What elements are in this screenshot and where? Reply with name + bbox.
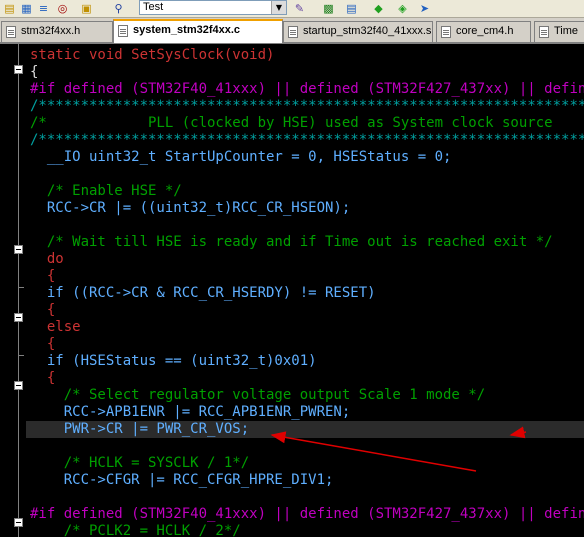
file-icon bbox=[6, 26, 16, 38]
tab-label: stm32f4xx.h bbox=[21, 25, 81, 37]
chevron-down-icon[interactable]: ▼ bbox=[271, 1, 286, 14]
file-icon bbox=[539, 26, 549, 38]
tab-label: Time bbox=[554, 25, 579, 37]
tab-label: system_stm32f4xx.c bbox=[133, 24, 241, 36]
code-editor[interactable]: static void SetSysClock(void) { #if defi… bbox=[0, 44, 584, 537]
layers-icon[interactable]: ▦ bbox=[20, 2, 33, 15]
tab-label: core_cm4.h bbox=[456, 25, 514, 37]
diamond-icon[interactable]: ◆ bbox=[372, 2, 385, 15]
arrow-icon[interactable]: ➤ bbox=[418, 2, 431, 15]
target-select[interactable]: Test ▼ bbox=[139, 0, 287, 15]
file-icon bbox=[288, 26, 298, 38]
toolbar: ▤ ▦ ≡ ◎ ▣ ⚲ Test ▼ ✎ ▩ ▤ ◆ ◈ ➤ bbox=[0, 0, 584, 18]
file-icon bbox=[441, 26, 451, 38]
tab-startup-stm32f40-41xxx-s[interactable]: startup_stm32f40_41xxx.s bbox=[283, 21, 433, 42]
annotation-arrow-long bbox=[270, 431, 477, 472]
tab-stm32f4xx-h[interactable]: stm32f4xx.h bbox=[1, 21, 113, 42]
open-icon[interactable]: ▤ bbox=[3, 2, 16, 15]
tab-system-stm32f4xx-c[interactable]: system_stm32f4xx.c bbox=[113, 19, 283, 43]
wand-icon[interactable]: ✎ bbox=[293, 2, 306, 15]
tab-time[interactable]: Time bbox=[534, 21, 584, 42]
tab-label: startup_stm32f40_41xxx.s bbox=[303, 25, 432, 37]
file-icon bbox=[118, 25, 128, 37]
editor-tab-bar: stm32f4xx.h system_stm32f4xx.c startup_s… bbox=[0, 18, 584, 44]
annotation-arrow-short bbox=[509, 426, 527, 439]
target-select-value: Test bbox=[143, 1, 164, 13]
grid-icon[interactable]: ▩ bbox=[322, 2, 335, 15]
tab-core-cm4-h[interactable]: core_cm4.h bbox=[436, 21, 531, 42]
annotation-arrows bbox=[270, 426, 527, 472]
build-icon[interactable]: ▣ bbox=[80, 2, 93, 15]
target-icon[interactable]: ◎ bbox=[56, 2, 69, 15]
stack-icon-2[interactable]: ▤ bbox=[345, 2, 358, 15]
pin-icon[interactable]: ⚲ bbox=[112, 2, 125, 15]
stack-icon[interactable]: ≡ bbox=[37, 2, 50, 15]
gem-icon[interactable]: ◈ bbox=[396, 2, 409, 15]
